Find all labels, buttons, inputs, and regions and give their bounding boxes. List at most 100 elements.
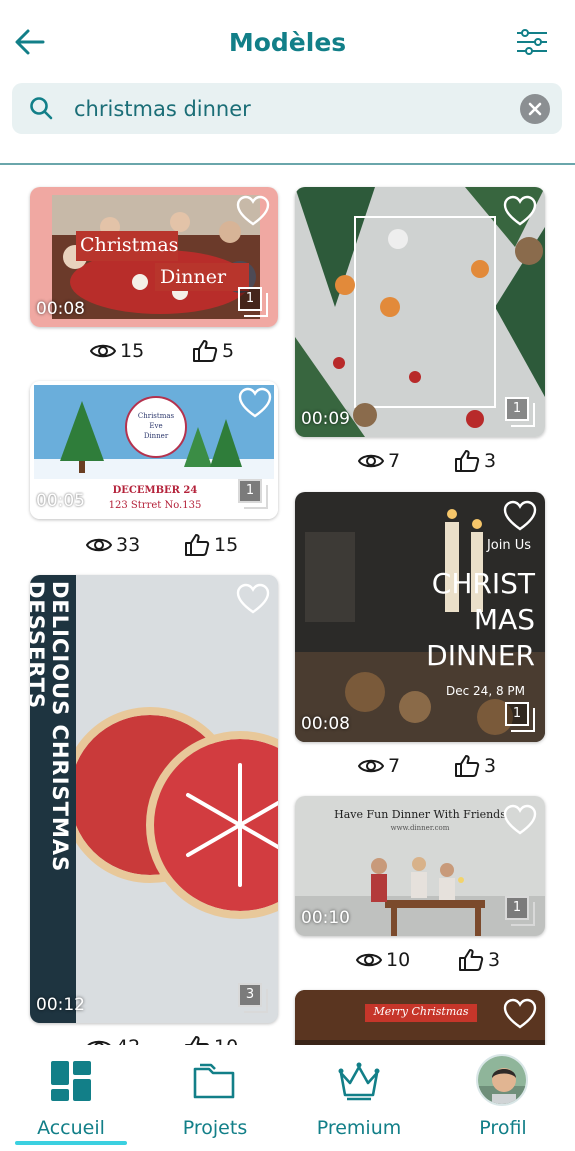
view-count: 7 [388,755,401,777]
view-count: 7 [388,450,401,472]
template-stats: 15 5 [90,339,280,367]
nav-label: Accueil [37,1117,105,1139]
thumbnail-line: Christmas [137,412,175,420]
folder-icon [193,1063,235,1099]
search-input[interactable] [74,96,514,122]
template-feed[interactable]: Christmas Dinner 00:08 1 15 5 Christmas … [0,165,575,1045]
template-card[interactable]: Join Us CHRIST MAS DINNER Dec 24, 8 PM 0… [295,492,545,742]
heart-icon[interactable] [236,583,270,615]
heart-icon[interactable] [236,195,270,227]
page-count: 1 [505,702,529,726]
thumbnail-line: Dinner [143,432,169,440]
heart-icon[interactable] [503,804,537,836]
thumbnail-text: Christmas [80,234,179,256]
duration-label: 00:08 [36,299,85,319]
like-count: 3 [484,755,497,777]
pages-icon: 1 [505,896,537,928]
heart-icon[interactable] [503,500,537,532]
nav-item-profil[interactable]: Profil [438,1053,568,1143]
template-card[interactable]: Christmas Eve Dinner DECEMBER 24 123 Str… [30,381,278,519]
duration-label: 00:12 [36,995,85,1015]
view-count: 10 [386,949,411,971]
app-header: Modèles [0,0,575,84]
page-count: 1 [238,479,262,503]
thumbnail-text: Christmas Eve Dinner [126,411,186,441]
filter-button[interactable] [515,26,549,58]
sliders-icon [517,29,547,55]
eye-icon [356,953,382,967]
thumbnail-line: DINNER [426,639,535,672]
like-count: 10 [214,1036,238,1045]
template-card[interactable]: 00:09 1 [295,187,545,437]
active-tab-indicator [15,1141,127,1145]
search-icon [30,97,53,120]
thumbnail-text: CHRIST MAS DINNER [426,566,535,674]
pages-icon: 3 [238,983,270,1015]
nav-label: Premium [316,1117,402,1139]
nav-label: Profil [479,1117,527,1139]
duration-label: 00:05 [36,491,85,511]
heart-icon[interactable] [238,387,272,419]
thumbnail-line: CHRIST [431,567,535,600]
duration-label: 00:09 [301,409,350,429]
page-count: 1 [505,397,529,421]
thumbnail-line: Eve [149,422,163,430]
thumbnail-text: DECEMBER 24 [112,485,198,496]
template-stats: 7 3 [358,754,548,782]
template-stats: 42 10 [86,1035,276,1045]
nav-item-premium[interactable]: Premium [294,1053,424,1143]
template-stats: 7 3 [358,449,548,477]
eye-icon [358,759,384,773]
search-bar [12,83,562,134]
eye-icon [86,538,112,552]
view-count: 15 [120,340,145,362]
template-stats: 10 3 [356,948,546,976]
template-card[interactable]: Christmas Dinner 00:08 1 [30,187,278,327]
template-card[interactable]: DELICIOUS CHRISTMAS DESSERTS 00:12 3 [30,575,278,1023]
thumbs-up-icon[interactable] [184,533,210,557]
bottom-navigation: Accueil Projets Premium Profil [0,1045,575,1151]
view-count: 42 [116,1036,140,1045]
thumbs-up-icon[interactable] [454,754,480,778]
duration-label: 00:10 [301,908,350,928]
template-card[interactable]: Merry Christmas [295,990,545,1045]
like-count: 15 [214,534,239,556]
thumbs-up-icon[interactable] [184,1035,210,1045]
clear-search-button[interactable] [520,94,550,124]
thumbnail-text: DELICIOUS CHRISTMAS DESSERTS [30,581,72,873]
pages-icon: 1 [505,397,537,429]
template-stats: 33 15 [86,533,276,561]
thumbnail-text: 123 Strret No.135 [108,500,202,511]
eye-icon [87,1040,111,1045]
page-count: 1 [505,896,529,920]
pages-icon: 1 [505,702,537,734]
eye-icon [90,344,116,358]
pages-icon: 1 [238,287,270,319]
nav-item-projets[interactable]: Projets [150,1053,280,1143]
page-count: 1 [238,287,262,311]
thumbnail-text: Merry Christmas [373,1005,469,1018]
duration-label: 00:08 [301,714,350,734]
heart-icon[interactable] [503,195,537,227]
page-title: Modèles [228,28,347,57]
view-count: 33 [116,534,141,556]
nav-label: Projets [182,1117,248,1139]
thumbnail-text: Dinner [160,266,227,288]
like-count: 3 [484,450,497,472]
eye-icon [358,454,384,468]
thumbnail-text: Join Us [486,538,531,553]
like-count: 3 [488,949,501,971]
page-count: 3 [238,983,262,1007]
home-grid-icon [51,1061,91,1101]
clear-icon [528,102,542,116]
thumbs-up-icon[interactable] [458,948,484,972]
avatar [476,1054,528,1106]
thumbs-up-icon[interactable] [192,339,218,363]
template-card[interactable]: Have Fun Dinner With Friends www.dinner.… [295,796,545,936]
thumbs-up-icon[interactable] [454,449,480,473]
crown-icon [338,1062,380,1101]
nav-item-accueil[interactable]: Accueil [6,1053,136,1143]
thumbnail-line: MAS [473,603,535,636]
pages-icon: 1 [238,479,270,511]
heart-icon[interactable] [503,998,537,1030]
